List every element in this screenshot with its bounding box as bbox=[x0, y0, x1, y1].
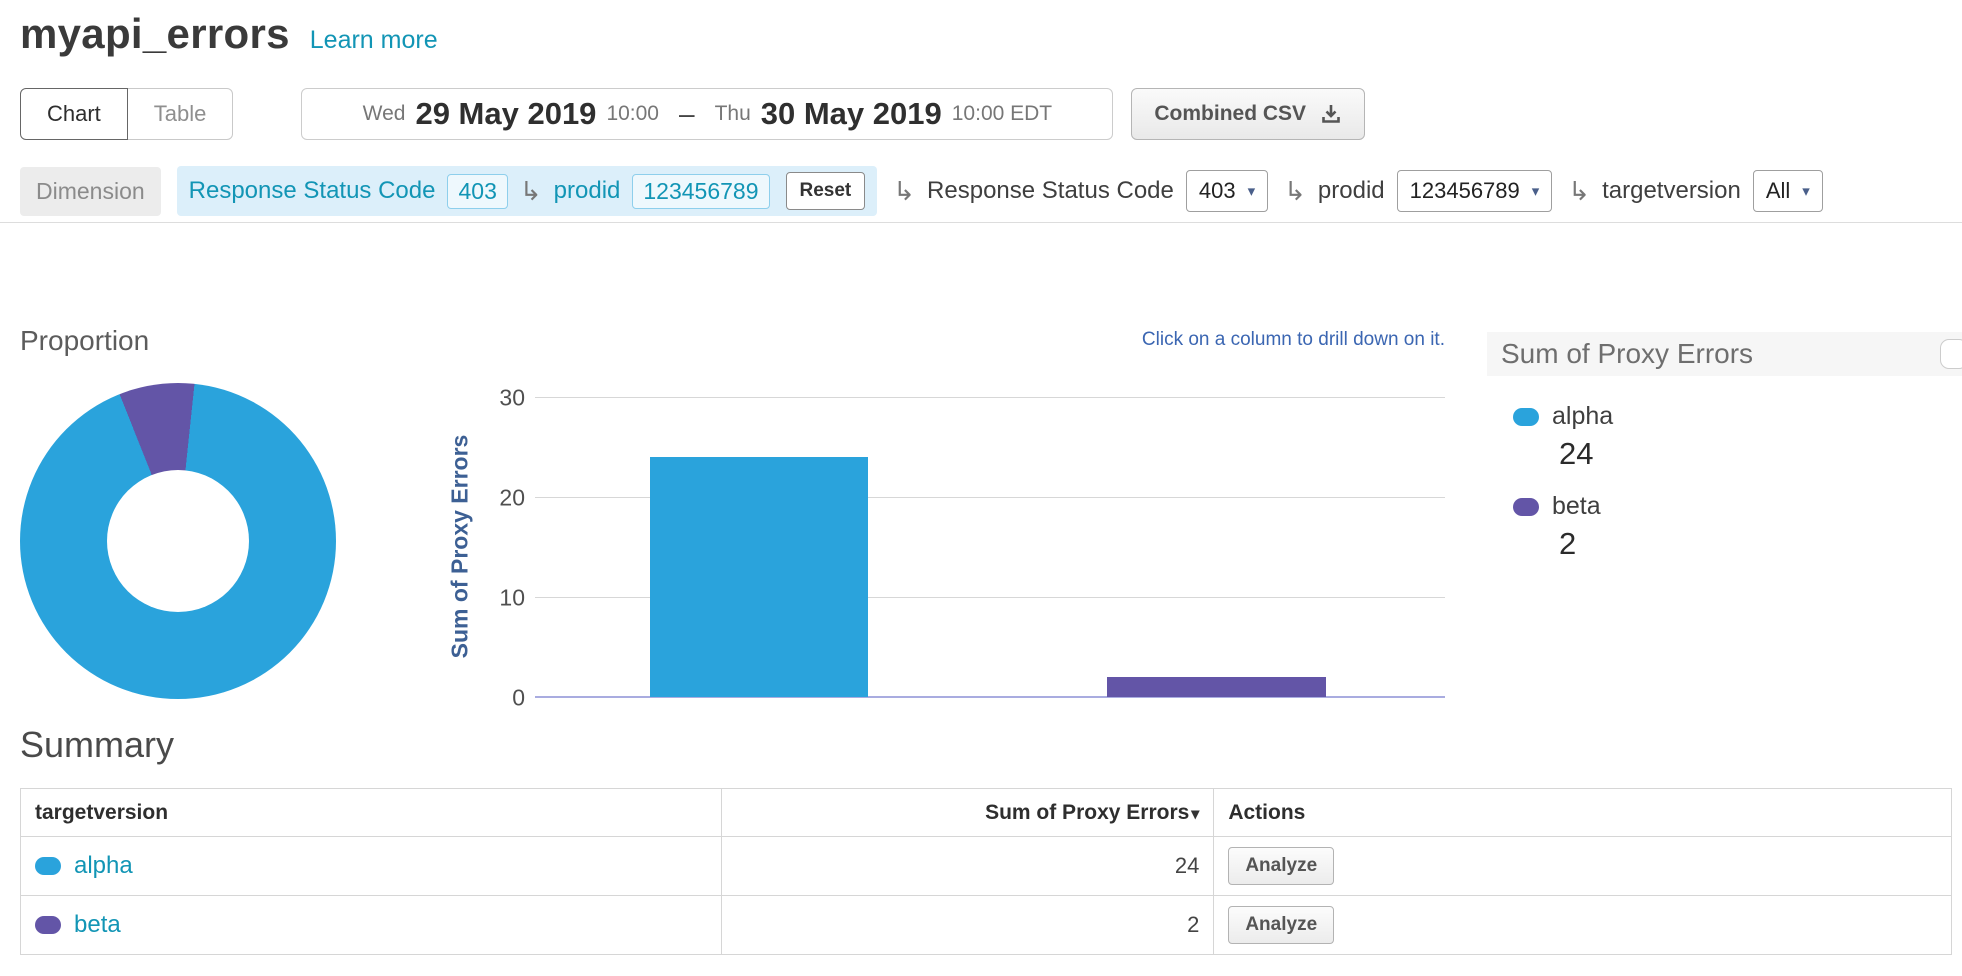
filter-label: Response Status Code bbox=[927, 177, 1174, 205]
drilldown-breadcrumb: Response Status Code 403 ↳ prodid 123456… bbox=[177, 166, 878, 216]
drill-down-icon: ↳ bbox=[1568, 178, 1590, 204]
filter-group-targetversion: ↳ targetversion All ▾ bbox=[1568, 170, 1823, 212]
legend-panel: Sum of Proxy Errors alpha 24 beta 2 bbox=[1487, 332, 1962, 582]
y-tick-label: 0 bbox=[512, 685, 525, 712]
combined-csv-label: Combined CSV bbox=[1154, 102, 1306, 126]
legend-collapse-handle[interactable] bbox=[1940, 339, 1962, 369]
date-start-time: 10:00 bbox=[606, 102, 659, 126]
selected-value: 403 bbox=[1199, 178, 1236, 204]
series-swatch-alpha bbox=[1513, 408, 1539, 426]
value-cell: 2 bbox=[721, 896, 1213, 955]
report-page: myapi_errors Learn more Chart Table Wed … bbox=[0, 0, 1962, 976]
series-swatch-beta bbox=[35, 916, 61, 934]
date-start-date: 29 May 2019 bbox=[415, 96, 596, 132]
date-range-picker[interactable]: Wed 29 May 2019 10:00 – Thu 30 May 2019 … bbox=[301, 88, 1113, 140]
series-swatch-beta bbox=[1513, 498, 1539, 516]
proportion-title: Proportion bbox=[20, 325, 340, 357]
targetversion-select[interactable]: All ▾ bbox=[1753, 170, 1823, 212]
bar-chart-section: Click on a column to drill down on it. S… bbox=[440, 325, 1447, 715]
drill-down-icon: ↳ bbox=[520, 178, 542, 204]
filter-group-prodid: ↳ prodid 123456789 ▾ bbox=[1284, 170, 1552, 212]
donut-chart-area bbox=[20, 383, 336, 699]
breadcrumb-second-label: prodid bbox=[554, 177, 621, 205]
drill-down-icon: ↳ bbox=[893, 178, 915, 204]
date-range-separator: – bbox=[679, 98, 695, 130]
page-title: myapi_errors bbox=[20, 10, 290, 58]
drill-down-icon: ↳ bbox=[1284, 178, 1306, 204]
breadcrumb-second-value-chip: 123456789 bbox=[632, 174, 769, 209]
bar-beta[interactable] bbox=[1107, 677, 1325, 697]
column-header-label: Sum of Proxy Errors bbox=[985, 801, 1189, 824]
proportion-donut[interactable] bbox=[20, 383, 336, 699]
gridline bbox=[535, 397, 1445, 398]
prodid-select[interactable]: 123456789 ▾ bbox=[1397, 170, 1553, 212]
breadcrumb-first-label: Response Status Code bbox=[189, 177, 436, 205]
legend-value: 2 bbox=[1559, 526, 1962, 562]
combined-csv-button[interactable]: Combined CSV bbox=[1131, 88, 1365, 140]
donut-hole bbox=[107, 470, 249, 612]
caret-down-icon: ▾ bbox=[1802, 182, 1810, 200]
chart-toggle-button[interactable]: Chart bbox=[20, 88, 128, 140]
drill-hint-text: Click on a column to drill down on it. bbox=[1142, 329, 1445, 351]
y-axis-ticks: 0102030 bbox=[460, 398, 525, 698]
caret-down-icon: ▾ bbox=[1532, 182, 1540, 200]
filter-group-response-status-code: ↳ Response Status Code 403 ▾ bbox=[893, 170, 1268, 212]
view-toggle: Chart Table bbox=[20, 88, 233, 140]
column-header-targetversion: targetversion bbox=[21, 789, 722, 837]
dimension-value-link[interactable]: alpha bbox=[74, 852, 133, 880]
legend-label: alpha bbox=[1552, 402, 1613, 431]
selected-value: All bbox=[1766, 178, 1790, 204]
series-swatch-alpha bbox=[35, 857, 61, 875]
legend-items: alpha 24 beta 2 bbox=[1487, 376, 1962, 562]
summary-section: Summary targetversion Sum of Proxy Error… bbox=[20, 724, 1952, 955]
legend-item: beta 2 bbox=[1513, 492, 1962, 562]
breadcrumb-first-value-chip: 403 bbox=[447, 174, 507, 209]
dimension-value-link[interactable]: beta bbox=[74, 911, 121, 939]
date-end-day: Thu bbox=[715, 102, 751, 126]
legend-header: Sum of Proxy Errors bbox=[1487, 332, 1962, 376]
legend-item: alpha 24 bbox=[1513, 402, 1962, 472]
filter-row: Dimension Response Status Code 403 ↳ pro… bbox=[20, 166, 1942, 216]
filter-label: targetversion bbox=[1602, 177, 1741, 205]
table-row: alpha 24 Analyze bbox=[21, 837, 1952, 896]
caret-down-icon: ▾ bbox=[1248, 182, 1256, 200]
legend-title: Sum of Proxy Errors bbox=[1501, 338, 1753, 370]
proportion-section: Proportion bbox=[20, 325, 340, 699]
date-end-date: 30 May 2019 bbox=[761, 96, 942, 132]
analyze-button[interactable]: Analyze bbox=[1228, 906, 1334, 944]
column-header-actions: Actions bbox=[1214, 789, 1952, 837]
download-icon bbox=[1320, 103, 1342, 125]
table-toggle-button[interactable]: Table bbox=[127, 88, 234, 140]
value-cell: 24 bbox=[721, 837, 1213, 896]
table-row: beta 2 Analyze bbox=[21, 896, 1952, 955]
legend-value: 24 bbox=[1559, 436, 1962, 472]
selected-value: 123456789 bbox=[1410, 178, 1520, 204]
summary-table: targetversion Sum of Proxy Errors▾ Actio… bbox=[20, 788, 1952, 955]
reset-button[interactable]: Reset bbox=[786, 172, 866, 210]
summary-title: Summary bbox=[20, 724, 1952, 766]
section-divider bbox=[0, 222, 1962, 223]
date-start-day: Wed bbox=[363, 102, 406, 126]
filter-label: prodid bbox=[1318, 177, 1385, 205]
analyze-button[interactable]: Analyze bbox=[1228, 847, 1334, 885]
page-header: myapi_errors Learn more bbox=[20, 10, 438, 58]
y-tick-label: 30 bbox=[499, 385, 525, 412]
column-header-sum-of-proxy-errors[interactable]: Sum of Proxy Errors▾ bbox=[721, 789, 1213, 837]
y-tick-label: 20 bbox=[499, 485, 525, 512]
legend-label: beta bbox=[1552, 492, 1601, 521]
y-tick-label: 10 bbox=[499, 585, 525, 612]
toolbar: Chart Table Wed 29 May 2019 10:00 – Thu … bbox=[20, 88, 1942, 140]
table-header-row: targetversion Sum of Proxy Errors▾ Actio… bbox=[21, 789, 1952, 837]
bar-alpha[interactable] bbox=[650, 457, 868, 697]
date-end-time: 10:00 EDT bbox=[952, 102, 1052, 126]
bar-plot bbox=[535, 398, 1445, 698]
sort-desc-icon: ▾ bbox=[1191, 806, 1199, 823]
learn-more-link[interactable]: Learn more bbox=[310, 26, 438, 55]
dimension-label: Dimension bbox=[20, 167, 161, 216]
response-status-code-select[interactable]: 403 ▾ bbox=[1186, 170, 1268, 212]
